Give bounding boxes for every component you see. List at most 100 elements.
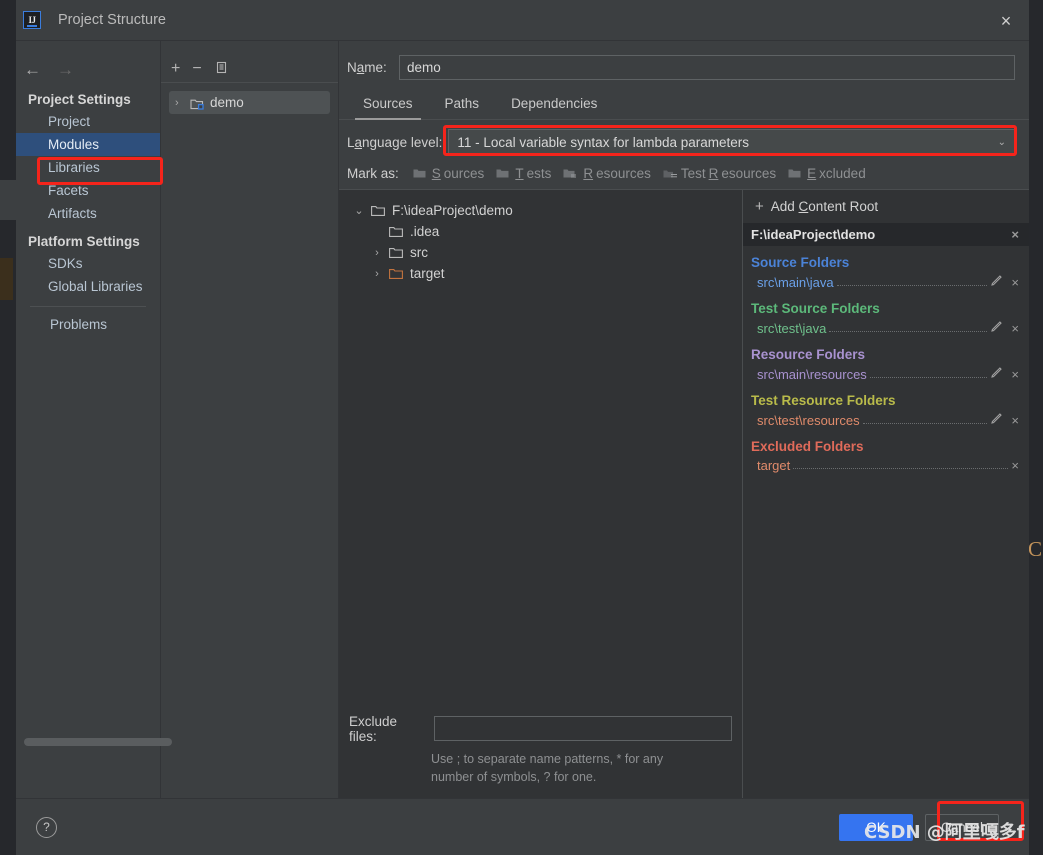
exclude-files-hint: Use ; to separate name patterns, * for a… xyxy=(339,744,742,786)
chevron-right-icon[interactable]: › xyxy=(371,268,383,280)
dotted-leader xyxy=(862,414,988,424)
folder-excluded-icon xyxy=(389,268,403,279)
pencil-icon[interactable] xyxy=(990,366,1003,382)
tree-row[interactable]: › src xyxy=(339,242,742,263)
pencil-icon[interactable] xyxy=(990,320,1003,336)
exclude-files-row: Exclude files: xyxy=(339,714,742,744)
sidebar-item-artifacts[interactable]: Artifacts xyxy=(16,202,160,225)
folder-path: src\main\java xyxy=(757,275,834,290)
pencil-icon[interactable] xyxy=(990,412,1003,428)
mark-as-tests-button[interactable]: Tests xyxy=(496,166,551,181)
tree-row-label: F:\ideaProject\demo xyxy=(392,203,513,218)
mark-as-row: Mark as: Sources Tests Resources Test R … xyxy=(339,156,1029,189)
remove-folder-icon[interactable]: × xyxy=(1011,275,1019,290)
sidebar-item-project[interactable]: Project xyxy=(16,110,160,133)
exclude-files-label: Exclude files: xyxy=(349,713,398,744)
module-name-row: Name: demo xyxy=(339,41,1029,80)
sidebar-item-facets[interactable]: Facets xyxy=(16,179,160,202)
sources-content-split: ⌄ F:\ideaProject\demo .idea › src › targ… xyxy=(339,189,1029,798)
module-folder-icon xyxy=(190,97,205,110)
mark-as-test-resources-button[interactable]: Test Resources xyxy=(663,166,776,181)
folder-group-item[interactable]: src\main\resources × xyxy=(743,364,1029,384)
module-list-item-label: demo xyxy=(210,95,244,110)
tree-row[interactable]: › target xyxy=(339,263,742,284)
remove-folder-icon[interactable]: × xyxy=(1011,321,1019,336)
background-left-strip xyxy=(0,0,16,855)
sidebar-nav-arrows: ← → xyxy=(16,55,160,83)
copy-module-icon[interactable] xyxy=(214,61,228,77)
intellij-logo-icon: IJ xyxy=(23,11,41,29)
remove-folder-icon[interactable]: × xyxy=(1011,413,1019,428)
cancel-button[interactable]: Cancel xyxy=(925,813,999,841)
mark-tests-accel: T xyxy=(515,166,524,181)
folder-test-resources-icon xyxy=(663,170,677,178)
dotted-leader xyxy=(829,322,988,332)
tab-dependencies[interactable]: Dependencies xyxy=(495,90,613,119)
mark-test-resources-accel: R xyxy=(708,166,719,181)
chevron-right-icon[interactable]: › xyxy=(371,247,383,259)
tree-row-label: .idea xyxy=(410,224,440,239)
remove-folder-icon[interactable]: × xyxy=(1011,458,1019,473)
folder-group-title: Excluded Folders xyxy=(751,439,864,454)
folder-group-item[interactable]: target × xyxy=(743,456,1029,475)
back-arrow-icon[interactable]: ← xyxy=(24,61,41,78)
folder-resources-icon xyxy=(563,169,577,178)
mark-test-resources-post: esources xyxy=(721,166,777,181)
module-editor-panel: Name: demo Sources Paths Dependencies La… xyxy=(339,41,1029,798)
sidebar-item-problems[interactable]: Problems xyxy=(16,313,160,336)
forward-arrow-icon[interactable]: → xyxy=(57,61,74,78)
tab-paths[interactable]: Paths xyxy=(429,90,496,119)
folder-group-item[interactable]: src\test\resources × xyxy=(743,410,1029,430)
folder-group-item[interactable]: src\test\java × xyxy=(743,318,1029,338)
pencil-icon[interactable] xyxy=(990,274,1003,290)
folder-path: src\test\resources xyxy=(757,413,860,428)
folder-path: src\main\resources xyxy=(757,367,867,382)
sidebar-horizontal-scrollbar[interactable] xyxy=(24,738,172,746)
module-list: › demo xyxy=(161,83,338,114)
mark-as-sources-button[interactable]: Sources xyxy=(413,166,484,181)
mark-as-resources-button[interactable]: Resources xyxy=(563,166,651,181)
content-root-tree-pane: ⌄ F:\ideaProject\demo .idea › src › targ… xyxy=(339,190,743,798)
language-level-dropdown[interactable]: 11 - Local variable syntax for lambda pa… xyxy=(448,129,1015,156)
exclude-files-input[interactable] xyxy=(433,716,732,742)
dialog-footer: ? OK Cancel xyxy=(16,798,1029,855)
folder-group-title: Test Source Folders xyxy=(751,301,880,316)
folder-group-resource-folders: Resource Folders src\main\resources × xyxy=(743,338,1029,384)
close-icon[interactable]: × xyxy=(983,0,1029,41)
tree-row[interactable]: .idea xyxy=(339,221,742,242)
help-icon[interactable]: ? xyxy=(36,816,57,838)
language-level-label: Language level: xyxy=(347,135,442,150)
name-label-post: me: xyxy=(364,60,387,75)
folder-group-source-folders: Source Folders src\main\java × xyxy=(743,246,1029,292)
language-level-row: Language level: 11 - Local variable synt… xyxy=(339,120,1029,156)
folder-icon xyxy=(496,169,509,178)
mark-tests-post: ests xyxy=(526,166,552,181)
mark-as-excluded-button[interactable]: Excluded xyxy=(788,166,866,181)
module-name-input[interactable]: demo xyxy=(399,55,1015,80)
sidebar-item-modules[interactable]: Modules xyxy=(16,133,160,156)
sidebar-item-global-libraries[interactable]: Global Libraries xyxy=(16,275,160,298)
add-content-root-button[interactable]: + Add Content Root xyxy=(743,190,1029,223)
sidebar-item-sdks[interactable]: SDKs xyxy=(16,252,160,275)
ok-button[interactable]: OK xyxy=(839,813,913,841)
add-module-icon[interactable]: + xyxy=(171,60,180,77)
content-roots-pane: + Add Content Root F:\ideaProject\demo ×… xyxy=(743,190,1029,798)
dialog-titlebar: IJ Project Structure × xyxy=(16,0,1029,41)
module-list-item-demo[interactable]: › demo xyxy=(169,91,330,114)
remove-folder-icon[interactable]: × xyxy=(1011,367,1019,382)
chevron-down-icon[interactable]: ⌄ xyxy=(353,204,365,217)
tab-sources[interactable]: Sources xyxy=(347,90,429,120)
language-level-value: 11 - Local variable syntax for lambda pa… xyxy=(457,135,750,150)
footer-buttons: OK Cancel xyxy=(839,813,1029,841)
remove-content-root-icon[interactable]: × xyxy=(1011,227,1019,242)
sidebar-item-libraries[interactable]: Libraries xyxy=(16,156,160,179)
content-root-header: F:\ideaProject\demo × xyxy=(743,223,1029,246)
folder-group-item[interactable]: src\main\java × xyxy=(743,272,1029,292)
name-label-pre: N xyxy=(347,60,357,75)
tree-row[interactable]: ⌄ F:\ideaProject\demo xyxy=(339,200,742,221)
chevron-right-icon[interactable]: › xyxy=(175,97,185,109)
mark-excluded-accel: E xyxy=(807,166,817,181)
settings-sidebar: ← → Project Settings Project Modules Lib… xyxy=(16,41,172,798)
remove-module-icon[interactable]: − xyxy=(192,60,201,77)
project-structure-dialog: IJ Project Structure × ← → Project Setti… xyxy=(16,0,1029,855)
